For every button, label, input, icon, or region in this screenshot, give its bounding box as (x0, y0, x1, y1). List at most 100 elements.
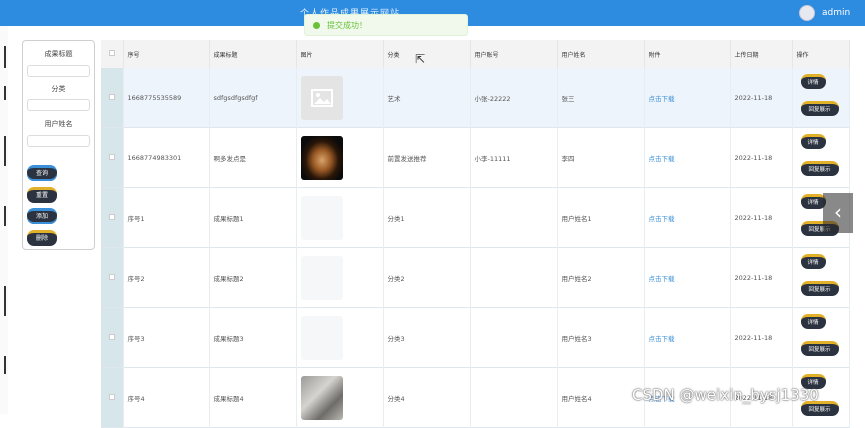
header-account[interactable]: 用户账号 (470, 40, 558, 68)
row-image (300, 135, 343, 180)
table-row[interactable]: 序号1 成果标题1 分类1 用户姓名1 点击下载 2022-11-18 详情 回复… (101, 187, 850, 248)
show-button[interactable]: 回复展示 (800, 161, 839, 176)
success-icon (313, 22, 320, 29)
download-link[interactable]: 点击下载 (649, 215, 675, 223)
header-actions: 操作 (792, 40, 850, 68)
row-checkbox[interactable] (101, 127, 124, 188)
show-button[interactable]: 回复展示 (800, 101, 839, 116)
cell-category: 艺术 (383, 68, 471, 128)
download-link[interactable]: 点击下载 (649, 275, 675, 283)
mouse-cursor-icon: ⇱ (415, 52, 426, 66)
cell-account: 小李-11111 (470, 127, 558, 188)
cell-attachment: 点击下载 (644, 68, 731, 128)
search-label-category: 分类 (51, 85, 66, 93)
header-image: 图片 (296, 40, 384, 68)
show-button[interactable]: 回复展示 (800, 341, 839, 356)
cell-image (296, 307, 384, 368)
header-seq[interactable]: 序号 (123, 40, 210, 68)
search-panel: 成果标题 分类 用户姓名 查询 重置 添加 删除 (22, 40, 95, 250)
detail-button[interactable]: 详情 (800, 254, 826, 269)
cell-username: 李四 (557, 127, 645, 188)
header-title[interactable]: 成果标题 (209, 40, 297, 68)
cell-date: 2022-11-18 (730, 68, 793, 128)
cell-image (296, 127, 384, 188)
row-checkbox[interactable] (101, 307, 124, 368)
left-edge (0, 26, 8, 414)
table-row[interactable]: 1668774983301 啊多发点是 前置发送推荐 小李-11111 李四 点… (101, 127, 850, 188)
cell-attachment: 点击下载 (644, 247, 731, 308)
cell-date: 2022-11-18 (730, 187, 793, 248)
admin-label[interactable]: admin (822, 8, 850, 18)
cell-seq: 1668775535589 (123, 68, 210, 128)
row-image (300, 195, 343, 240)
row-image (300, 315, 343, 360)
cell-seq: 1668774983301 (123, 127, 210, 188)
cell-username: 张三 (557, 68, 645, 128)
row-checkbox[interactable] (101, 187, 124, 248)
table-row[interactable]: 序号2 成果标题2 分类2 用户姓名2 点击下载 2022-11-18 详情 回复… (101, 247, 850, 308)
show-button[interactable]: 回复展示 (800, 281, 839, 296)
cell-category: 分类3 (383, 307, 471, 368)
cell-image (296, 68, 384, 128)
delete-button[interactable]: 删除 (27, 230, 57, 246)
table-row[interactable]: 序号3 成果标题3 分类3 用户姓名3 点击下载 2022-11-18 详情 回复… (101, 307, 850, 368)
cell-category: 分类2 (383, 247, 471, 308)
cell-image (296, 367, 384, 428)
username-input[interactable] (27, 135, 90, 147)
cell-seq: 序号2 (123, 247, 210, 308)
search-button[interactable]: 查询 (27, 165, 57, 181)
cell-username: 用户姓名3 (557, 307, 645, 368)
cell-date: 2022-11-18 (730, 247, 793, 308)
header-attachment: 附件 (644, 40, 731, 68)
cell-account: 小张-22222 (470, 68, 558, 128)
search-label-title: 成果标题 (44, 50, 73, 58)
cell-category: 前置发送推荐 (383, 127, 471, 188)
cell-seq: 序号4 (123, 367, 210, 428)
success-toast: 提交成功！ (304, 14, 468, 36)
download-link[interactable]: 点击下载 (649, 335, 675, 343)
cell-title: 成果标题1 (209, 187, 297, 248)
select-all-checkbox[interactable] (101, 40, 124, 68)
cell-actions: 详情 回复展示 (792, 247, 850, 308)
cell-image (296, 187, 384, 248)
cell-account (470, 367, 558, 428)
row-image (300, 255, 343, 300)
cell-account (470, 247, 558, 308)
row-checkbox[interactable] (101, 68, 124, 128)
cell-title: 成果标题4 (209, 367, 297, 428)
cell-username: 用户姓名4 (557, 367, 645, 428)
chevron-left-icon[interactable]: ‹ (823, 193, 853, 233)
cell-attachment: 点击下载 (644, 187, 731, 248)
cell-actions: 详情 回复展示 (792, 127, 850, 188)
avatar[interactable] (799, 5, 815, 21)
category-input[interactable] (27, 99, 90, 111)
cell-attachment: 点击下载 (644, 307, 731, 368)
cell-title: 成果标题2 (209, 247, 297, 308)
detail-button[interactable]: 详情 (800, 74, 826, 89)
header-date[interactable]: 上传日期 (730, 40, 793, 68)
cell-title: 成果标题3 (209, 307, 297, 368)
toast-message: 提交成功！ (327, 21, 367, 30)
cell-title: 啊多发点是 (209, 127, 297, 188)
title-input[interactable] (27, 65, 90, 77)
cell-seq: 序号3 (123, 307, 210, 368)
image-placeholder-icon (300, 75, 343, 120)
header-username[interactable]: 用户姓名 (557, 40, 645, 68)
row-checkbox[interactable] (101, 247, 124, 308)
row-checkbox[interactable] (101, 367, 124, 428)
add-button[interactable]: 添加 (27, 208, 57, 224)
data-table: 序号 成果标题 图片 分类 用户账号 用户姓名 附件 上传日期 操作 16687… (101, 40, 850, 428)
download-link[interactable]: 点击下载 (649, 95, 675, 103)
detail-button[interactable]: 详情 (800, 314, 826, 329)
cell-actions: 详情 回复展示 (792, 68, 850, 128)
reset-button[interactable]: 重置 (27, 187, 57, 203)
search-label-username: 用户姓名 (44, 120, 73, 128)
download-link[interactable]: 点击下载 (649, 155, 675, 163)
detail-button[interactable]: 详情 (800, 134, 826, 149)
table-row[interactable]: 1668775535589 sdfgsdfgsdfgf 艺术 小张-22222 … (101, 68, 850, 128)
header-category[interactable]: 分类 (383, 40, 471, 68)
watermark: CSDN @weixin_bysj1330 (632, 386, 819, 404)
detail-button[interactable]: 详情 (800, 194, 826, 209)
cell-date: 2022-11-18 (730, 127, 793, 188)
row-image (300, 375, 343, 420)
